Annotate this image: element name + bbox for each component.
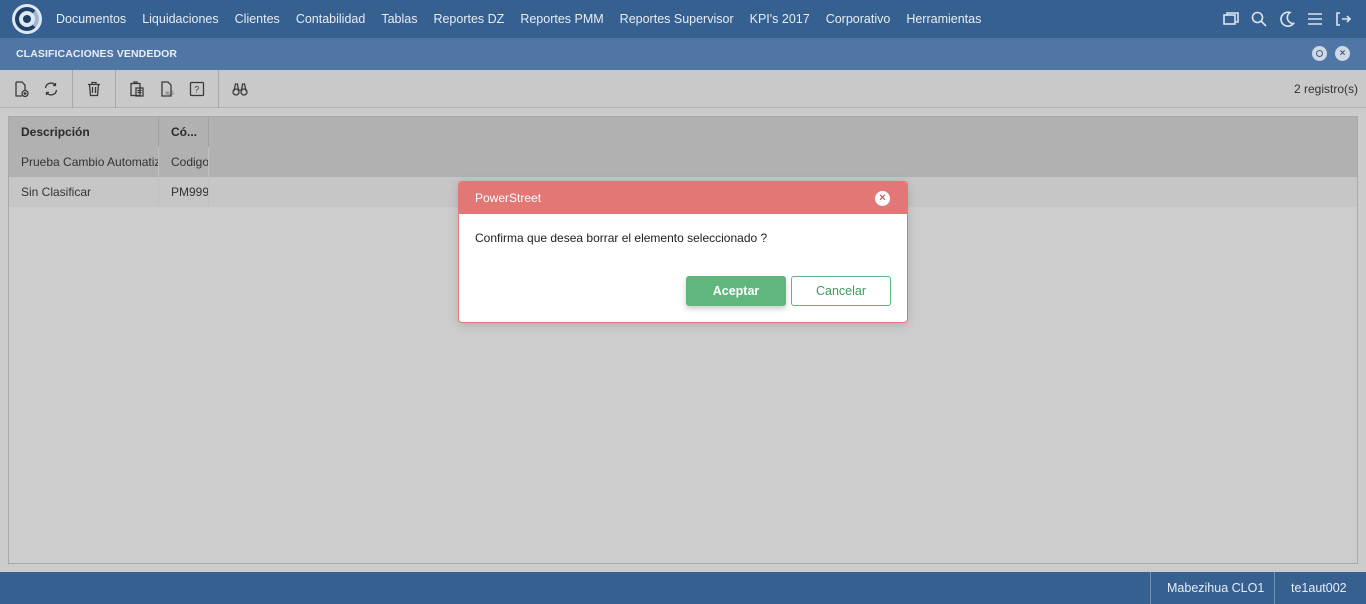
logo-ring: [15, 7, 39, 31]
window-restore-button[interactable]: [1312, 46, 1327, 61]
toolbar-group-export: XLS ?: [116, 69, 219, 108]
xls-label: XLS: [165, 90, 174, 95]
menu-documentos[interactable]: Documentos: [48, 12, 134, 26]
main-menu: Documentos Liquidaciones Clientes Contab…: [48, 0, 989, 38]
table-cell-codigo[interactable]: Codigo: [159, 147, 209, 177]
nav-icon-group: [1222, 0, 1352, 38]
menu-icon[interactable]: [1306, 10, 1324, 28]
binoculars-icon[interactable]: [225, 74, 255, 104]
top-navbar: Documentos Liquidaciones Clientes Contab…: [0, 0, 1366, 38]
toolbar-group-search: [219, 70, 261, 108]
menu-tablas[interactable]: Tablas: [373, 12, 425, 26]
status-user: Mabezihua CLO1: [1150, 572, 1274, 604]
record-count: 2 registro(s): [1293, 82, 1358, 96]
menu-liquidaciones[interactable]: Liquidaciones: [134, 12, 226, 26]
search-icon[interactable]: [1250, 10, 1268, 28]
status-code: te1aut002: [1274, 572, 1366, 604]
menu-reportes-supervisor[interactable]: Reportes Supervisor: [612, 12, 742, 26]
table-cell-descripcion[interactable]: Prueba Cambio Automatiz: [9, 147, 159, 177]
column-header-descripcion[interactable]: Descripción: [9, 117, 159, 147]
status-bar: Mabezihua CLO1 te1aut002: [0, 572, 1366, 604]
cancel-button[interactable]: Cancelar: [791, 276, 891, 306]
menu-clientes[interactable]: Clientes: [227, 12, 288, 26]
windows-icon[interactable]: [1222, 10, 1240, 28]
confirm-delete-dialog: PowerStreet × Confirma que desea borrar …: [458, 181, 908, 323]
new-document-icon[interactable]: [6, 74, 36, 104]
delete-icon[interactable]: [79, 74, 109, 104]
export-xls-icon[interactable]: XLS: [152, 74, 182, 104]
column-header-codigo[interactable]: Có...: [159, 117, 209, 147]
menu-contabilidad[interactable]: Contabilidad: [288, 12, 374, 26]
window-controls: ×: [1312, 46, 1350, 61]
dialog-close-button[interactable]: ×: [875, 191, 890, 206]
window-close-button[interactable]: ×: [1335, 46, 1350, 61]
toolbar-group-delete: [73, 69, 116, 108]
refresh-icon[interactable]: [36, 74, 66, 104]
restore-icon: [1316, 50, 1323, 57]
window-title: CLASIFICACIONES VENDEDOR: [16, 48, 178, 60]
menu-kpis-2017[interactable]: KPI's 2017: [742, 12, 818, 26]
menu-corporativo[interactable]: Corporativo: [818, 12, 899, 26]
table-cell-descripcion[interactable]: Sin Clasificar: [9, 177, 159, 207]
grid-header-area: [9, 117, 1357, 177]
menu-reportes-pmm[interactable]: Reportes PMM: [512, 12, 611, 26]
dialog-title: PowerStreet: [475, 191, 542, 205]
logo-dot: [23, 15, 31, 23]
logout-icon[interactable]: [1334, 10, 1352, 28]
help-icon[interactable]: ?: [182, 74, 212, 104]
toolbar: XLS ?: [0, 69, 1366, 108]
window-titlebar: CLASIFICACIONES VENDEDOR ×: [0, 38, 1366, 70]
accept-button[interactable]: Aceptar: [686, 276, 786, 306]
dialog-header: PowerStreet ×: [459, 182, 907, 214]
menu-herramientas[interactable]: Herramientas: [898, 12, 989, 26]
moon-icon[interactable]: [1278, 10, 1296, 28]
help-label: ?: [194, 84, 199, 94]
menu-reportes-dz[interactable]: Reportes DZ: [425, 12, 512, 26]
clipboard-icon[interactable]: [122, 74, 152, 104]
toolbar-group-edit: [0, 69, 73, 108]
dialog-message: Confirma que desea borrar el elemento se…: [475, 231, 768, 245]
app-logo[interactable]: [12, 4, 42, 34]
table-cell-codigo[interactable]: PM999: [159, 177, 209, 207]
